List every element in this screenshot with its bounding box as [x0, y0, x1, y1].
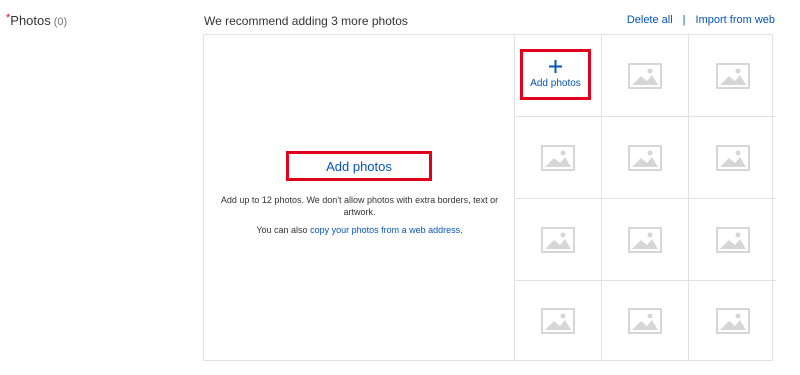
- photo-slot-11[interactable]: [602, 281, 689, 360]
- photo-slot-4[interactable]: [515, 117, 602, 199]
- photo-rules-text: Add up to 12 photos. We don't allow phot…: [220, 195, 499, 217]
- add-photos-button[interactable]: Add photos: [286, 151, 432, 181]
- image-placeholder-icon: [628, 307, 662, 334]
- photo-slot-8[interactable]: [602, 199, 689, 281]
- required-marker: *: [6, 12, 11, 24]
- import-from-web-link[interactable]: Import from web: [696, 14, 775, 26]
- web-note-prefix: You can also: [256, 225, 311, 235]
- photo-count: (0): [53, 16, 68, 28]
- add-photos-slot-button[interactable]: Add photos: [520, 49, 591, 100]
- photo-slot-5[interactable]: [602, 117, 689, 199]
- web-address-note: You can also copy your photos from a web…: [218, 225, 501, 235]
- image-placeholder-icon: [541, 144, 575, 171]
- link-separator: |: [682, 14, 686, 26]
- image-placeholder-icon: [541, 307, 575, 334]
- image-placeholder-icon: [715, 144, 750, 171]
- photo-slot-1[interactable]: Add photos: [515, 35, 602, 117]
- image-placeholder-icon: [628, 62, 662, 89]
- photos-field-label: *Photos (0): [6, 12, 68, 28]
- main-upload-panel[interactable]: Add photos Add up to 12 photos. We don't…: [204, 35, 515, 360]
- photo-slot-10[interactable]: [515, 281, 602, 360]
- image-placeholder-icon: [628, 144, 662, 171]
- photo-slot-12[interactable]: [689, 281, 776, 360]
- photo-slot-3[interactable]: [689, 35, 776, 117]
- add-photos-slot-label: Add photos: [530, 78, 581, 89]
- image-placeholder-icon: [541, 226, 575, 253]
- web-note-suffix: .: [460, 225, 463, 235]
- image-placeholder-icon: [628, 226, 662, 253]
- photo-slot-2[interactable]: [602, 35, 689, 117]
- photo-actions: Delete all | Import from web: [627, 14, 775, 26]
- photo-slot-7[interactable]: [515, 199, 602, 281]
- plus-icon: [549, 60, 562, 73]
- copy-from-web-link[interactable]: copy your photos from a web address: [310, 225, 460, 235]
- photo-slot-6[interactable]: [689, 117, 776, 199]
- delete-all-link[interactable]: Delete all: [627, 14, 673, 26]
- image-placeholder-icon: [715, 307, 750, 334]
- photo-upload-grid: Add photos Add up to 12 photos. We don't…: [203, 34, 776, 361]
- photos-label: Photos: [10, 13, 51, 28]
- photo-slot-9[interactable]: [689, 199, 776, 281]
- recommendation-text: We recommend adding 3 more photos: [204, 14, 408, 28]
- image-placeholder-icon: [715, 62, 750, 89]
- image-placeholder-icon: [715, 226, 750, 253]
